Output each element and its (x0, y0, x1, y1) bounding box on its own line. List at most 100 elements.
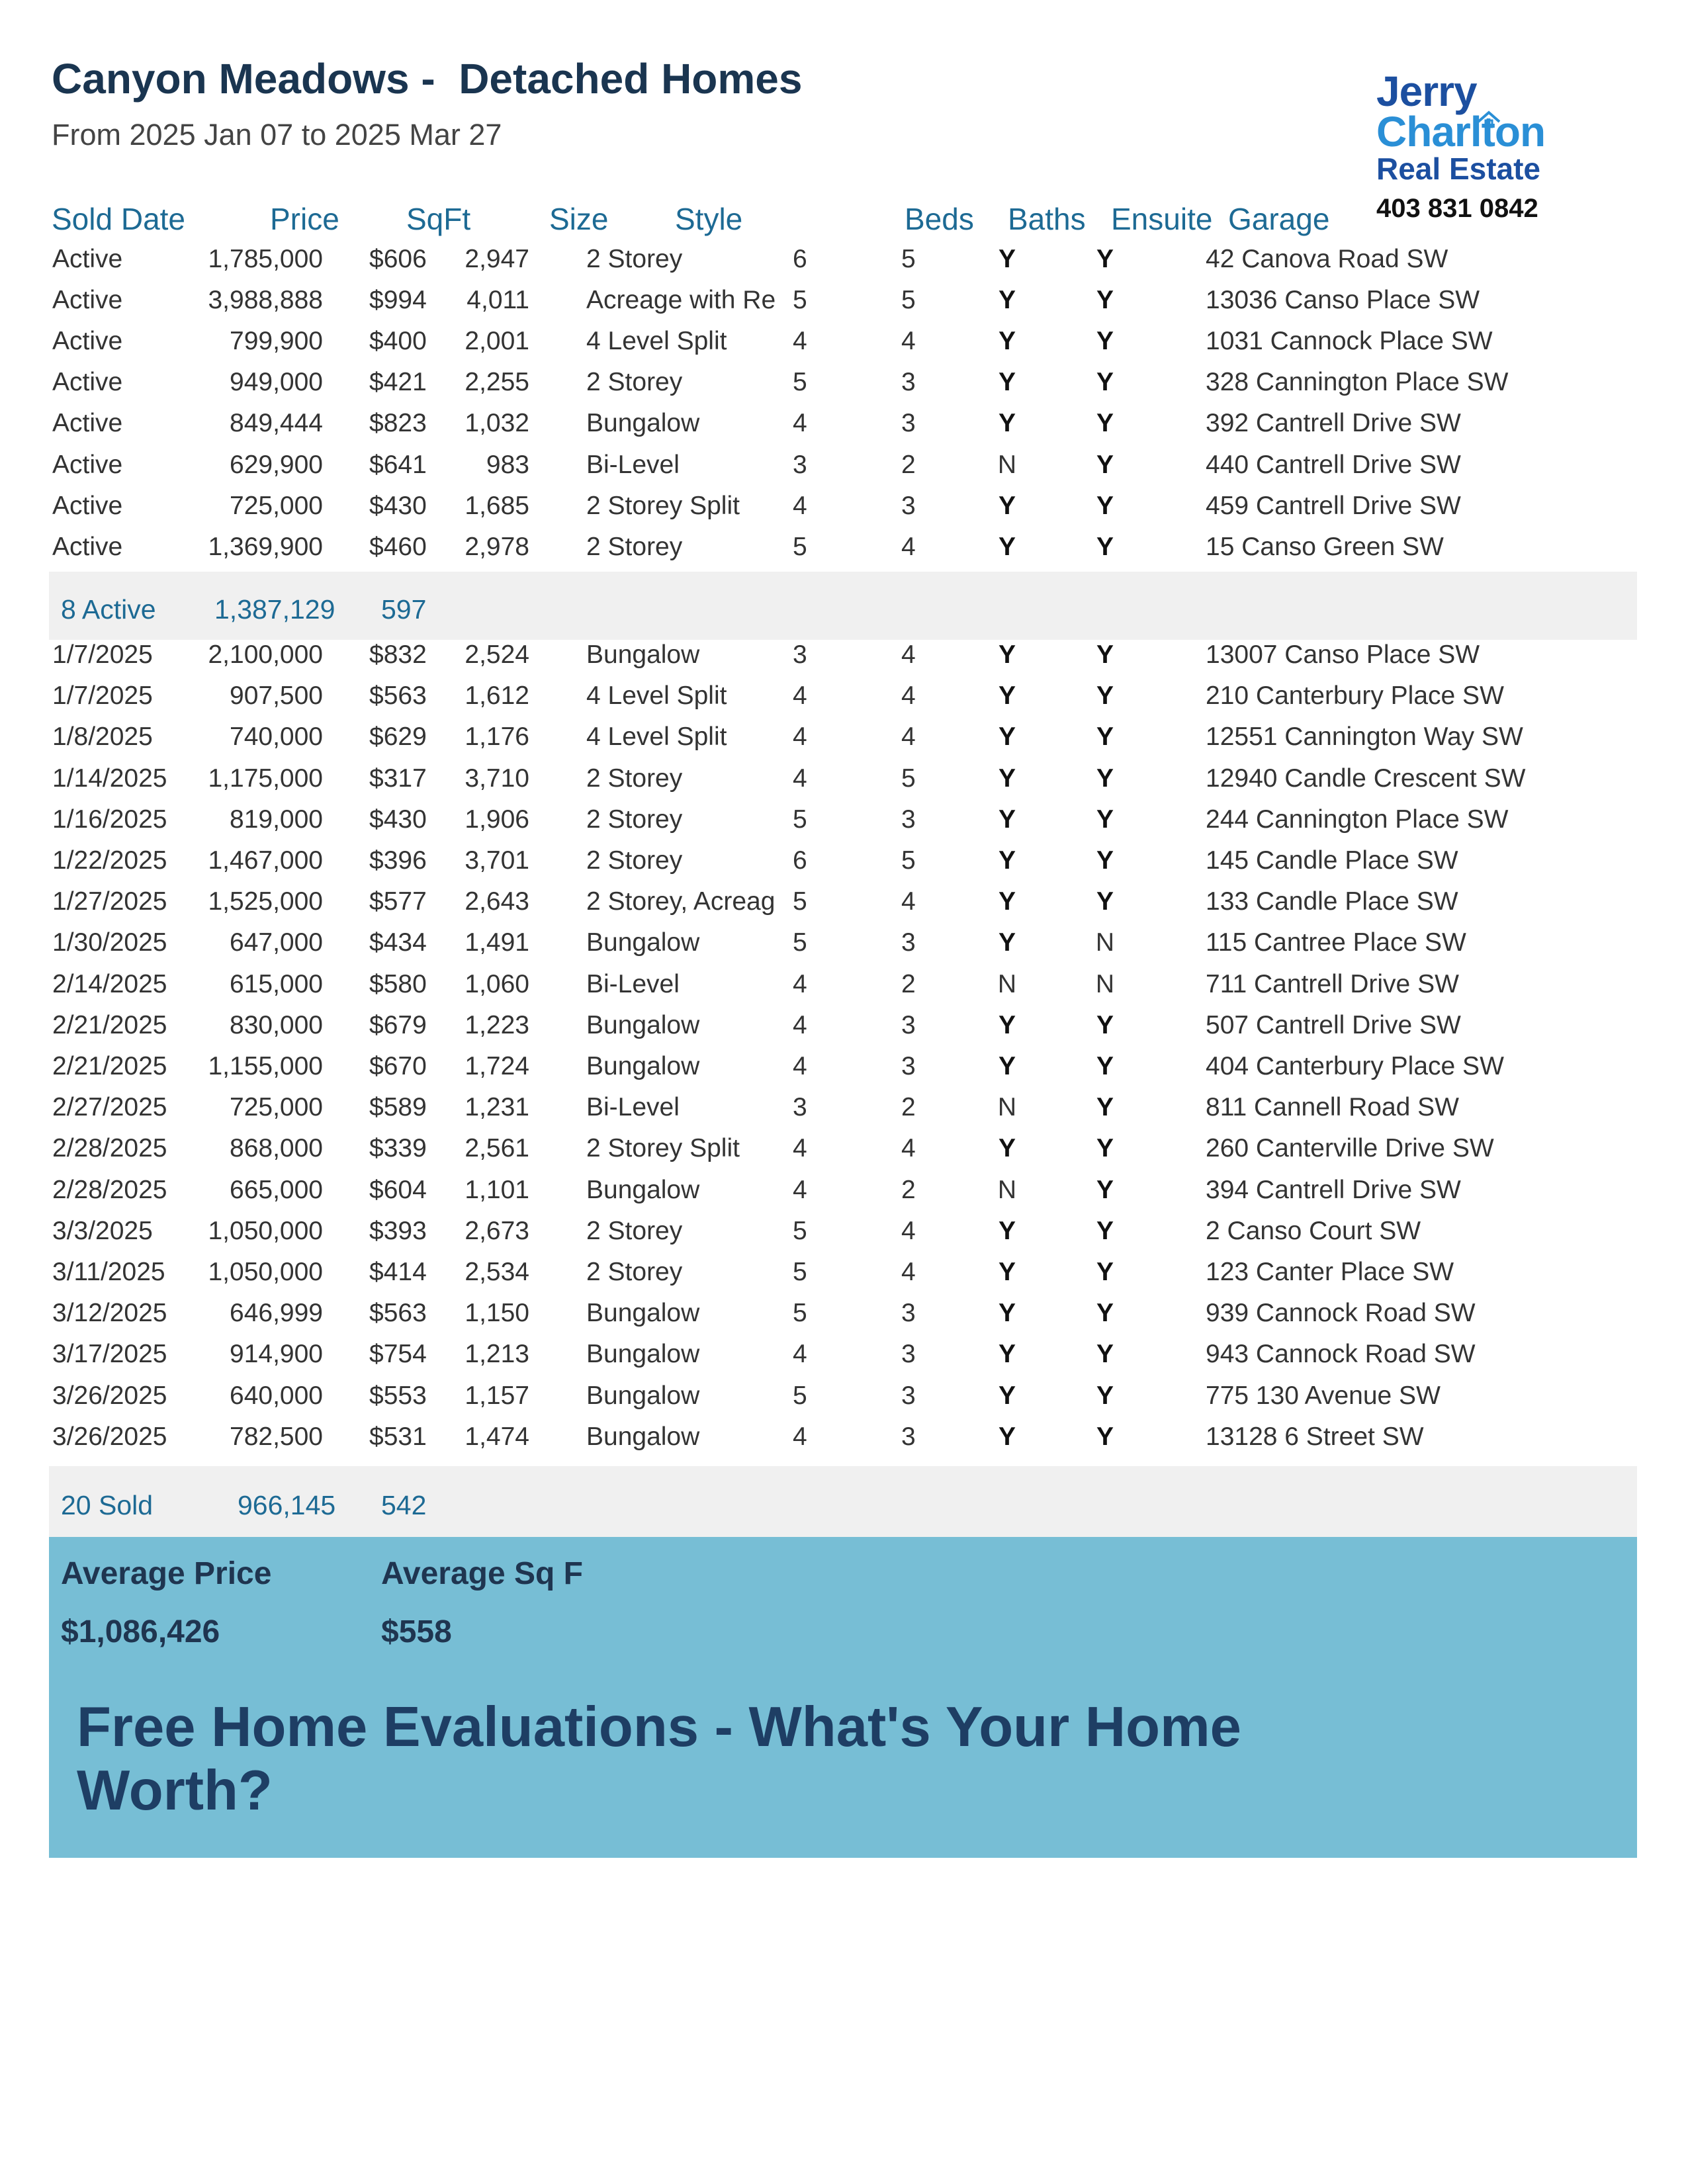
garage-cell: Y (1096, 1340, 1114, 1369)
col-header-baths: Baths (1008, 202, 1086, 236)
table-row: 2/14/2025 615,000 $580 1,060 Bi-Level 4 2 N N 711… (0, 965, 1688, 1006)
sold-date-cell: 3/26/2025 (52, 1422, 167, 1451)
sold-date-cell: 3/12/2025 (52, 1299, 167, 1328)
baths-cell: 4 (901, 681, 916, 711)
garage-cell: Y (1096, 1381, 1114, 1410)
beds-cell: 5 (793, 1258, 807, 1286)
style-cell: Bungalow (586, 1010, 700, 1039)
style-cell: Bungalow (586, 1340, 700, 1369)
sold-date-cell: 3/11/2025 (52, 1258, 165, 1286)
beds-cell: 5 (793, 532, 807, 561)
sqft-cell: 1,612 (465, 681, 529, 711)
beds-cell: 4 (793, 1010, 807, 1039)
sold-date-cell: 2/27/2025 (52, 1093, 167, 1122)
style-cell: Bungalow (586, 1422, 700, 1451)
baths-cell: 5 (901, 764, 916, 793)
price-cell: 1,467,000 (208, 846, 323, 875)
sold-summary-band: 20 Sold 966,145 542 (49, 1466, 1637, 1537)
sqft-cell: 2,673 (465, 1216, 529, 1245)
garage-cell: N (1095, 969, 1115, 998)
baths-cell: 2 (901, 1175, 916, 1204)
table-row: Active 949,000 $421 2,255 2 Storey 5 3 Y Y 328 Ca… (0, 363, 1688, 404)
ensuite-cell: Y (998, 805, 1016, 834)
price-cell: 782,500 (230, 1422, 323, 1451)
col-header-price: Price (270, 202, 339, 236)
sold-date-cell: 2/14/2025 (52, 969, 167, 998)
style-cell: Bi-Level (586, 450, 680, 479)
beds-cell: 6 (793, 846, 807, 875)
col-header-beds: Beds (905, 202, 974, 236)
address-cell: 13128 6 Street SW (1206, 1422, 1424, 1451)
table-row: 1/8/2025 740,000 $629 1,176 4 Level Split 4 4 Y… (0, 717, 1688, 758)
address-cell: 394 Cantrell Drive SW (1206, 1175, 1461, 1204)
price-cell: 1,050,000 (208, 1216, 323, 1245)
sold-date-cell: 1/27/2025 (52, 887, 167, 916)
beds-cell: 4 (793, 1175, 807, 1204)
address-cell: 1031 Cannock Place SW (1206, 327, 1493, 356)
address-cell: 811 Cannell Road SW (1206, 1093, 1459, 1122)
sold-date-cell: 2/28/2025 (52, 1134, 167, 1163)
style-cell: Bi-Level (586, 969, 680, 998)
logo-line-3: Real Estate (1376, 152, 1541, 186)
style-cell: Bi-Level (586, 1093, 680, 1122)
garage-cell: Y (1096, 1258, 1114, 1286)
baths-cell: 4 (901, 327, 916, 356)
price-per-sqft-cell: $317 (369, 764, 427, 793)
beds-cell: 4 (793, 491, 807, 520)
sqft-cell: 1,150 (465, 1299, 529, 1328)
phone-number: 403 831 0842 (1376, 194, 1538, 223)
sold-date-cell: 3/17/2025 (52, 1340, 167, 1369)
sqft-cell: 2,643 (465, 887, 529, 916)
logo-line-2-text: Charlton (1376, 108, 1546, 155)
page-title: Canyon Meadows - Detached Homes (52, 55, 803, 103)
sold-date-cell: Active (52, 368, 123, 397)
sqft-cell: 1,491 (465, 928, 529, 957)
style-cell: 4 Level Split (586, 681, 727, 711)
ensuite-cell: Y (998, 1010, 1016, 1039)
sold-date-cell: 1/14/2025 (52, 764, 167, 793)
price-cell: 665,000 (230, 1175, 323, 1204)
table-row: 3/17/2025 914,900 $754 1,213 Bungalow 4 3 Y Y 943… (0, 1334, 1688, 1376)
ensuite-cell: N (997, 969, 1017, 998)
price-per-sqft-cell: $754 (369, 1340, 427, 1369)
sqft-cell: 1,060 (465, 969, 529, 998)
garage-cell: Y (1096, 1216, 1114, 1245)
price-cell: 1,155,000 (208, 1052, 323, 1080)
price-per-sqft-cell: $400 (369, 327, 427, 356)
price-per-sqft-cell: $606 (369, 245, 427, 273)
beds-cell: 3 (793, 640, 807, 669)
sold-date-cell: 2/21/2025 (52, 1052, 167, 1080)
style-cell: Bungalow (586, 1299, 700, 1328)
table-row: Active 629,900 $641 983 Bi-Level 3 2 N Y 440 Cant… (0, 445, 1688, 486)
address-cell: 507 Cantrell Drive SW (1206, 1010, 1461, 1039)
baths-cell: 4 (901, 532, 916, 561)
baths-cell: 3 (901, 1422, 916, 1451)
sold-avg-price: 966,145 (238, 1490, 336, 1520)
price-cell: 615,000 (230, 969, 323, 998)
address-cell: 943 Cannock Road SW (1206, 1340, 1476, 1369)
beds-cell: 5 (793, 368, 807, 397)
beds-cell: 4 (793, 969, 807, 998)
garage-cell: Y (1096, 640, 1114, 669)
price-per-sqft-cell: $994 (369, 286, 427, 315)
col-header-size: Size (549, 202, 609, 236)
price-cell: 647,000 (230, 928, 323, 957)
ensuite-cell: N (997, 1175, 1017, 1204)
baths-cell: 2 (901, 969, 916, 998)
sqft-cell: 1,474 (465, 1422, 529, 1451)
sqft-cell: 1,906 (465, 805, 529, 834)
logo-line-1: Jerry (1376, 67, 1478, 115)
address-cell: 939 Cannock Road SW (1206, 1299, 1476, 1328)
price-cell: 629,900 (230, 450, 323, 479)
average-sqft-value: $558 (381, 1614, 452, 1649)
sqft-cell: 3,701 (465, 846, 529, 875)
table-row: Active 1,785,000 $606 2,947 2 Storey 6 5 Y Y 42 C… (0, 240, 1688, 281)
garage-cell: Y (1096, 286, 1114, 315)
sqft-cell: 2,978 (465, 532, 529, 561)
beds-cell: 4 (793, 681, 807, 711)
active-avg-price: 1,387,129 (214, 594, 335, 625)
address-cell: 12551 Cannington Way SW (1206, 722, 1523, 752)
address-cell: 145 Candle Place SW (1206, 846, 1458, 875)
col-header-ensuite: Ensuite (1111, 202, 1213, 236)
sqft-cell: 1,685 (465, 491, 529, 520)
